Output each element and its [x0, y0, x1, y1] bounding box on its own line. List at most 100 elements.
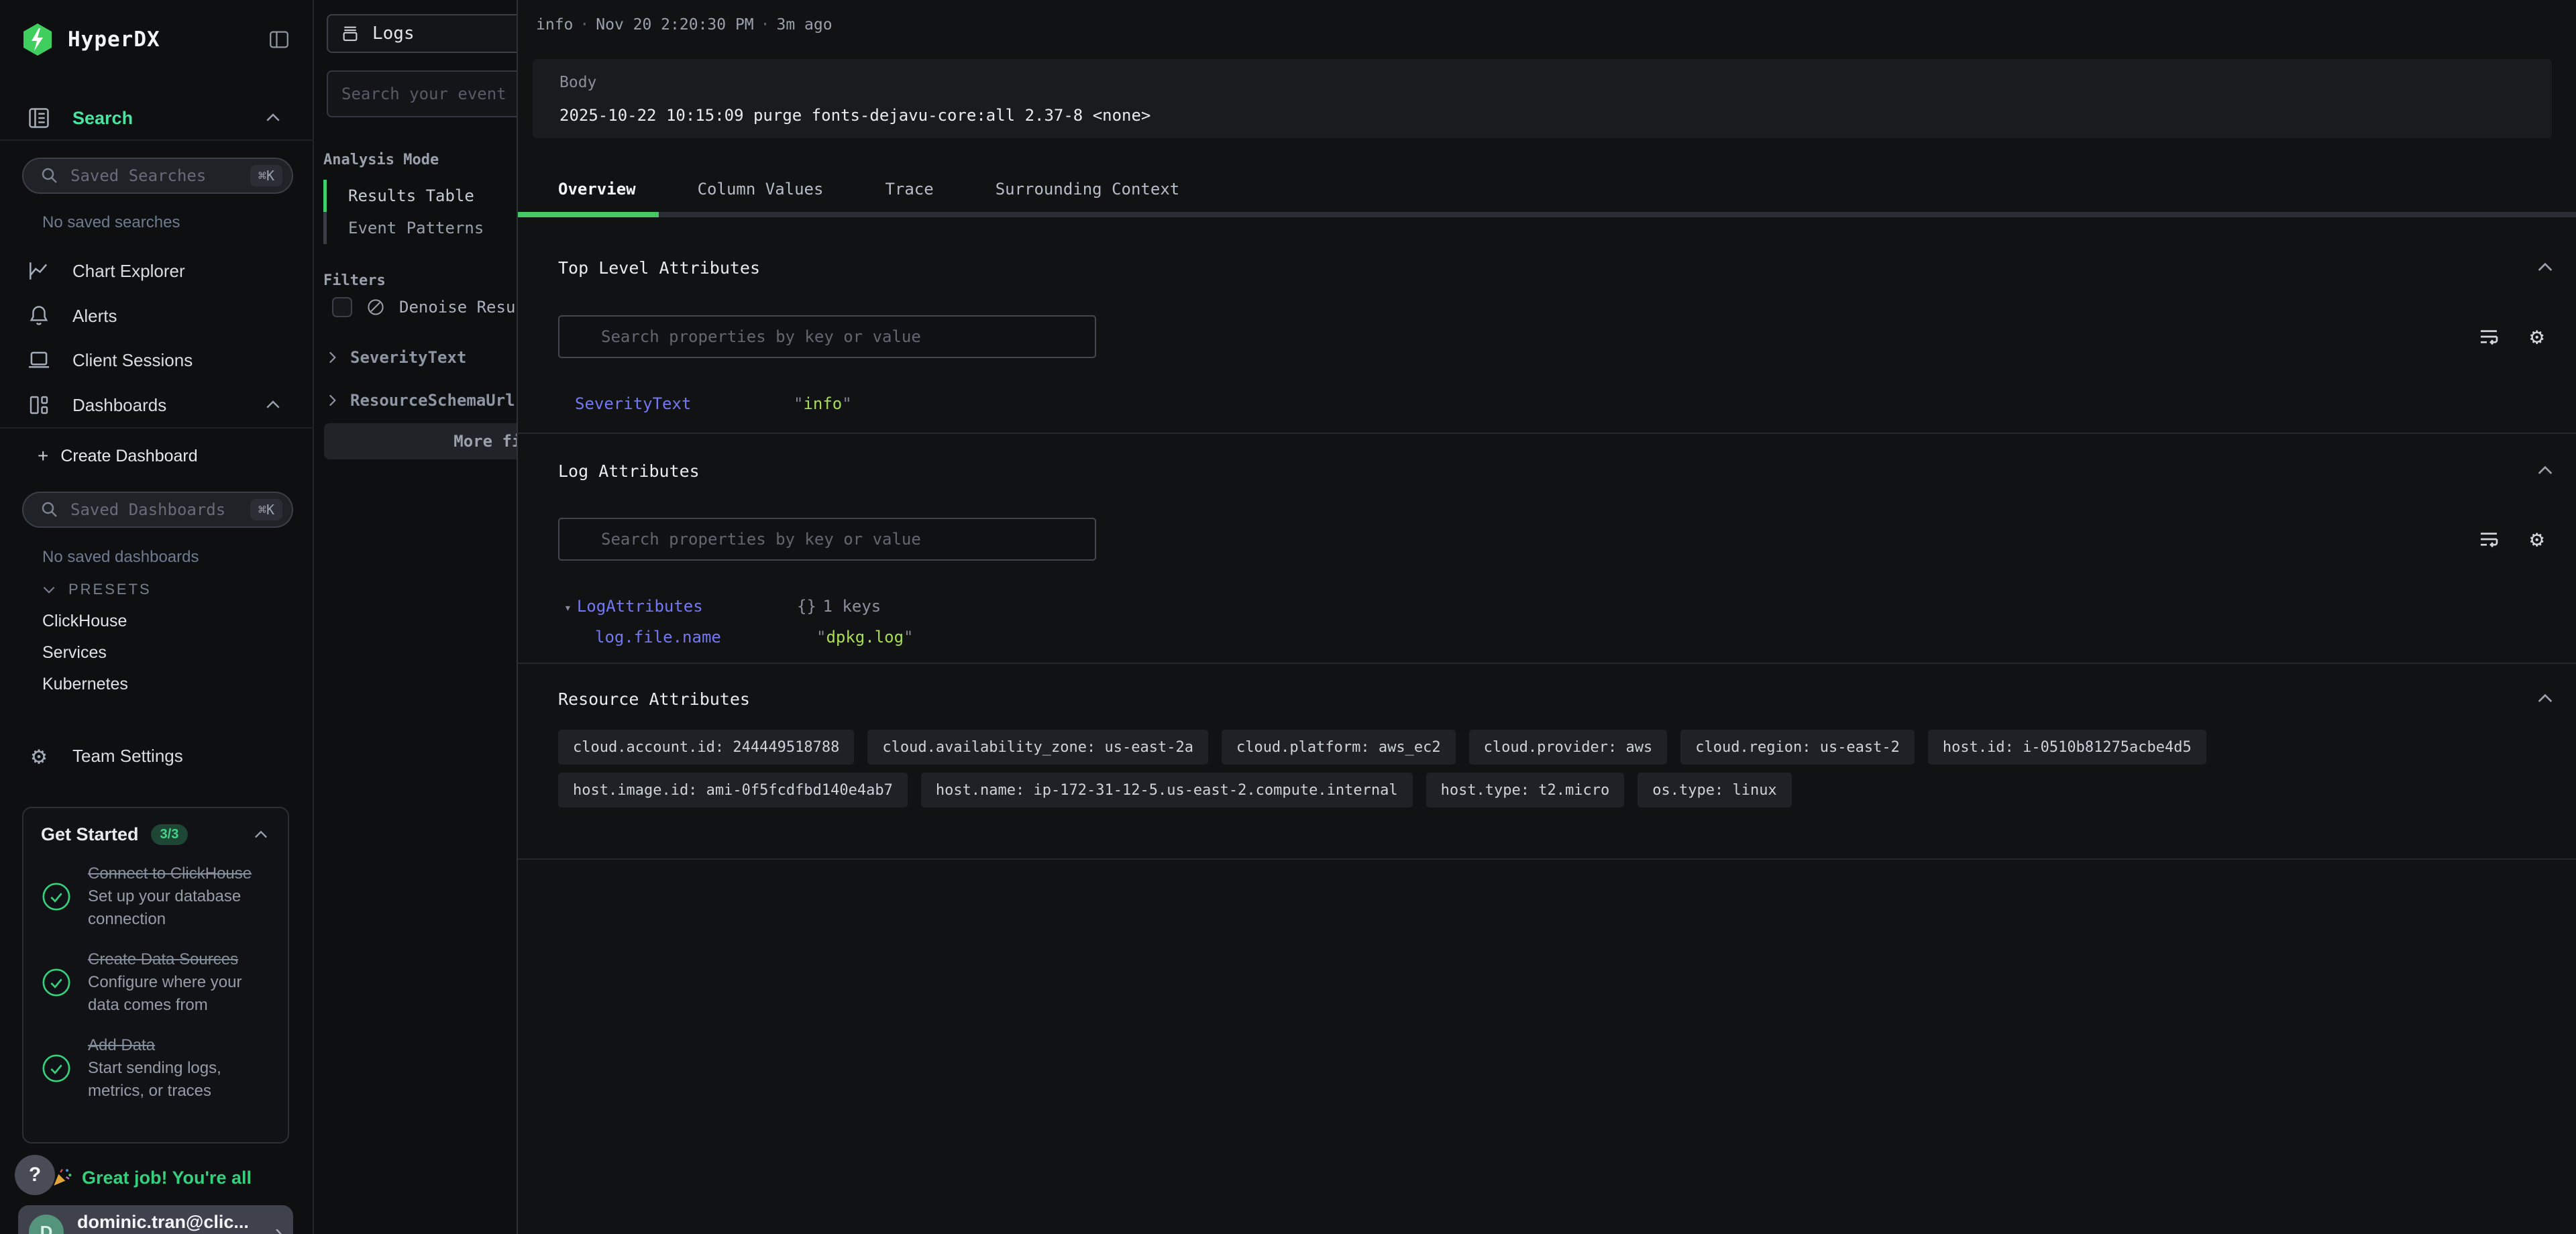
- saved-dashboards-placeholder: Saved Dashboards: [70, 500, 239, 519]
- tab-trace[interactable]: Trace: [885, 180, 933, 199]
- app-title: HyperDX: [68, 27, 160, 52]
- sidebar-item-label: Dashboards: [72, 395, 166, 416]
- denoise-icon: [366, 297, 386, 317]
- preset-kubernetes[interactable]: Kubernetes: [42, 675, 128, 694]
- sidebar-item-team-settings[interactable]: ⚙ Team Settings: [24, 738, 292, 773]
- checkbox[interactable]: [332, 297, 352, 317]
- tab-track: [518, 212, 2576, 217]
- filters-label: Filters: [323, 272, 386, 289]
- filter-panel: Logs Analysis Mode Results Table Event P…: [315, 0, 517, 1234]
- resource-chip[interactable]: cloud.platform: aws_ec2: [1222, 730, 1456, 765]
- chevron-up-icon[interactable]: [263, 395, 283, 415]
- resource-chip[interactable]: host.name: ip-172-31-12-5.us-east-2.comp…: [921, 773, 1413, 807]
- mode-event-patterns[interactable]: Event Patterns: [323, 212, 511, 244]
- collapse-section-icon[interactable]: [2534, 460, 2556, 482]
- shortcut-badge: ⌘K: [250, 165, 282, 186]
- check-circle-icon: [41, 1053, 72, 1084]
- section-divider: [518, 433, 2576, 434]
- gear-icon[interactable]: ⚙: [2530, 323, 2544, 350]
- grid-icon: [24, 393, 54, 417]
- resource-chip[interactable]: host.type: t2.micro: [1426, 773, 1625, 807]
- sidebar-item-client-sessions[interactable]: Client Sessions: [24, 343, 292, 378]
- step-desc: Configure where your data comes from: [88, 971, 270, 1017]
- bell-icon: [24, 304, 54, 328]
- filter-severitytext[interactable]: SeverityText: [323, 348, 466, 367]
- attribute-value[interactable]: info: [794, 394, 852, 413]
- mode-results-table[interactable]: Results Table: [323, 180, 511, 212]
- avatar: D: [29, 1215, 64, 1234]
- attribute-value[interactable]: dpkg.log: [816, 628, 914, 647]
- attribute-key[interactable]: SeverityText: [575, 394, 691, 413]
- sidebar-item-dashboards[interactable]: Dashboards: [24, 388, 292, 423]
- chart-icon: [24, 258, 54, 284]
- divider: [0, 427, 314, 429]
- resource-chip[interactable]: cloud.region: us-east-2: [1680, 730, 1915, 765]
- section-divider: [518, 858, 2576, 860]
- section-title-resource-attributes: Resource Attributes: [558, 689, 750, 709]
- resource-chip-row: host.image.id: ami-0f5fcdfbd140e4ab7 hos…: [558, 773, 2549, 807]
- get-started-step[interactable]: Add Data Start sending logs, metrics, or…: [41, 1034, 270, 1103]
- divider: [0, 139, 314, 141]
- filter-resourceschemaurl[interactable]: ResourceSchemaUrl: [323, 391, 515, 410]
- resource-chip[interactable]: cloud.account.id: 244449518788: [558, 730, 854, 765]
- presets-toggle[interactable]: PRESETS: [40, 581, 152, 598]
- tab-column-values[interactable]: Column Values: [698, 180, 824, 199]
- tab-overview[interactable]: Overview: [558, 180, 636, 199]
- top-level-search-input[interactable]: [558, 315, 1096, 358]
- caret-down-icon: ▾: [564, 601, 572, 615]
- create-dashboard-button[interactable]: + Create Dashboard: [38, 441, 292, 471]
- tree-parent-row[interactable]: ▾LogAttributes: [564, 597, 703, 616]
- section-title-top-level: Top Level Attributes: [558, 258, 760, 278]
- chevron-up-icon[interactable]: [263, 108, 283, 128]
- resource-chip[interactable]: host.image.id: ami-0f5fcdfbd140e4ab7: [558, 773, 908, 807]
- source-select[interactable]: Logs: [327, 14, 517, 53]
- collapse-section-icon[interactable]: [2534, 257, 2556, 278]
- tree-parent-meta: {} 1 keys: [797, 597, 881, 616]
- plus-icon: +: [38, 445, 48, 467]
- more-filters-button[interactable]: More filters: [324, 423, 517, 459]
- resource-chip[interactable]: cloud.availability_zone: us-east-2a: [867, 730, 1208, 765]
- check-circle-icon: [41, 881, 72, 912]
- chevron-down-icon: [40, 581, 58, 598]
- event-search-input[interactable]: [327, 70, 517, 117]
- get-started-step[interactable]: Create Data Sources Configure where your…: [41, 948, 270, 1017]
- no-saved-searches-note: No saved searches: [42, 213, 180, 232]
- body-label: Body: [559, 74, 596, 91]
- check-circle-icon: [41, 967, 72, 998]
- line-wrap-icon[interactable]: [2477, 527, 2501, 551]
- sidebar-item-label: Client Sessions: [72, 350, 193, 371]
- line-wrap-icon[interactable]: [2477, 325, 2501, 349]
- collapse-section-icon[interactable]: [2534, 688, 2556, 710]
- hyperdx-logo-icon: [22, 23, 53, 56]
- resource-chip[interactable]: os.type: linux: [1638, 773, 1791, 807]
- sidebar-item-chart-explorer[interactable]: Chart Explorer: [24, 254, 292, 288]
- chevron-right-icon: ›: [275, 1220, 282, 1234]
- active-tab-indicator: [518, 212, 659, 217]
- sidebar-item-alerts[interactable]: Alerts: [24, 298, 292, 333]
- collapse-sidebar-icon[interactable]: [266, 28, 292, 51]
- sidebar-item-label: Alerts: [72, 306, 117, 327]
- sidebar-item-search[interactable]: Search: [24, 101, 292, 135]
- event-timestamp: Nov 20 2:20:30 PM: [596, 16, 753, 34]
- attribute-key[interactable]: log.file.name: [595, 628, 721, 647]
- preset-clickhouse[interactable]: ClickHouse: [42, 612, 127, 631]
- gear-icon[interactable]: ⚙: [2530, 526, 2544, 553]
- log-attributes-search-input[interactable]: [558, 518, 1096, 561]
- resource-chip[interactable]: cloud.provider: aws: [1469, 730, 1668, 765]
- resource-chip[interactable]: host.id: i-0510b81275acbe4d5: [1928, 730, 2206, 765]
- logs-source-icon: [340, 23, 360, 44]
- relative-time: 3m ago: [777, 16, 833, 34]
- get-started-step[interactable]: Connect to ClickHouse Set up your databa…: [41, 862, 270, 931]
- saved-dashboards-input[interactable]: Saved Dashboards ⌘K: [22, 492, 293, 528]
- preset-services[interactable]: Services: [42, 643, 107, 663]
- chevron-up-icon[interactable]: [252, 826, 270, 844]
- saved-searches-input[interactable]: Saved Searches ⌘K: [22, 158, 293, 194]
- sidebar-item-label: Chart Explorer: [72, 261, 185, 282]
- sidebar-item-label: Search: [72, 108, 133, 129]
- tab-surrounding-context[interactable]: Surrounding Context: [996, 180, 1180, 199]
- event-detail-pane: info·Nov 20 2:20:30 PM·3m ago Body 2025-…: [517, 0, 2576, 1234]
- logo-row: HyperDX: [22, 23, 292, 56]
- denoise-results-toggle[interactable]: Denoise Results: [332, 297, 517, 317]
- help-button[interactable]: ?: [15, 1155, 55, 1195]
- user-account-card[interactable]: D dominic.tran@clic... dominic.tran@clic…: [18, 1205, 293, 1234]
